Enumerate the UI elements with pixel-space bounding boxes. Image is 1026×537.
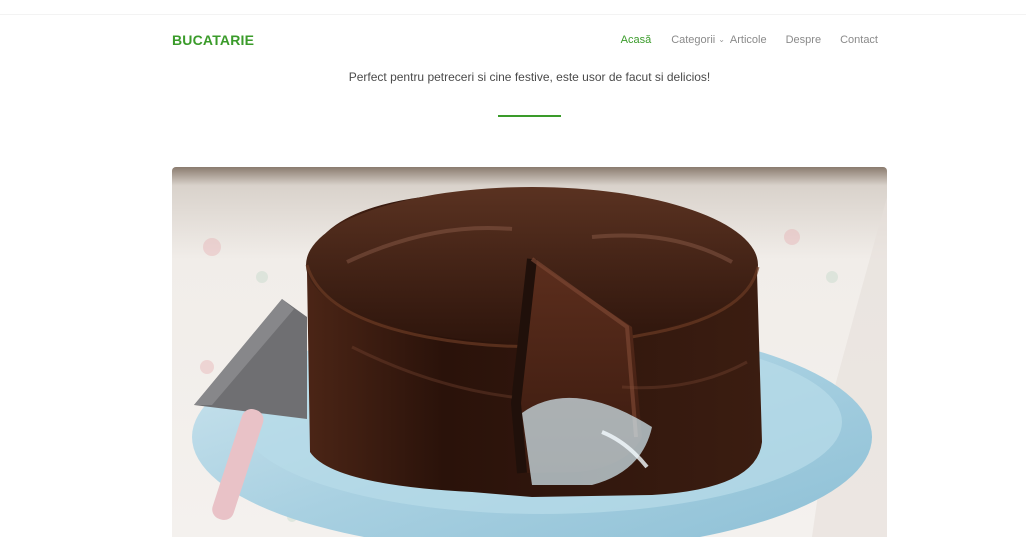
title-divider bbox=[498, 115, 561, 117]
nav-item-label: Categorii bbox=[671, 34, 716, 46]
nav-item-contact[interactable]: Contact bbox=[840, 34, 878, 46]
nav-item-articole[interactable]: Articole bbox=[730, 34, 767, 46]
top-border bbox=[0, 0, 1026, 15]
site-header: BUCATARIE Acasă Categorii ⌄ Articole Desp… bbox=[172, 30, 878, 52]
chevron-down-icon: ⌄ bbox=[718, 35, 725, 44]
nav-item-categorii[interactable]: Categorii ⌄ bbox=[671, 34, 725, 46]
nav-item-acasa[interactable]: Acasă bbox=[621, 34, 652, 46]
main-nav: Acasă Categorii ⌄ Articole Despre Contact bbox=[621, 34, 878, 46]
site-logo[interactable]: BUCATARIE bbox=[172, 32, 254, 48]
hero-image bbox=[172, 167, 887, 537]
nav-item-despre[interactable]: Despre bbox=[786, 34, 821, 46]
chocolate-cake-image bbox=[172, 167, 887, 537]
hero-tagline: Perfect pentru petreceri si cine festive… bbox=[348, 70, 711, 84]
